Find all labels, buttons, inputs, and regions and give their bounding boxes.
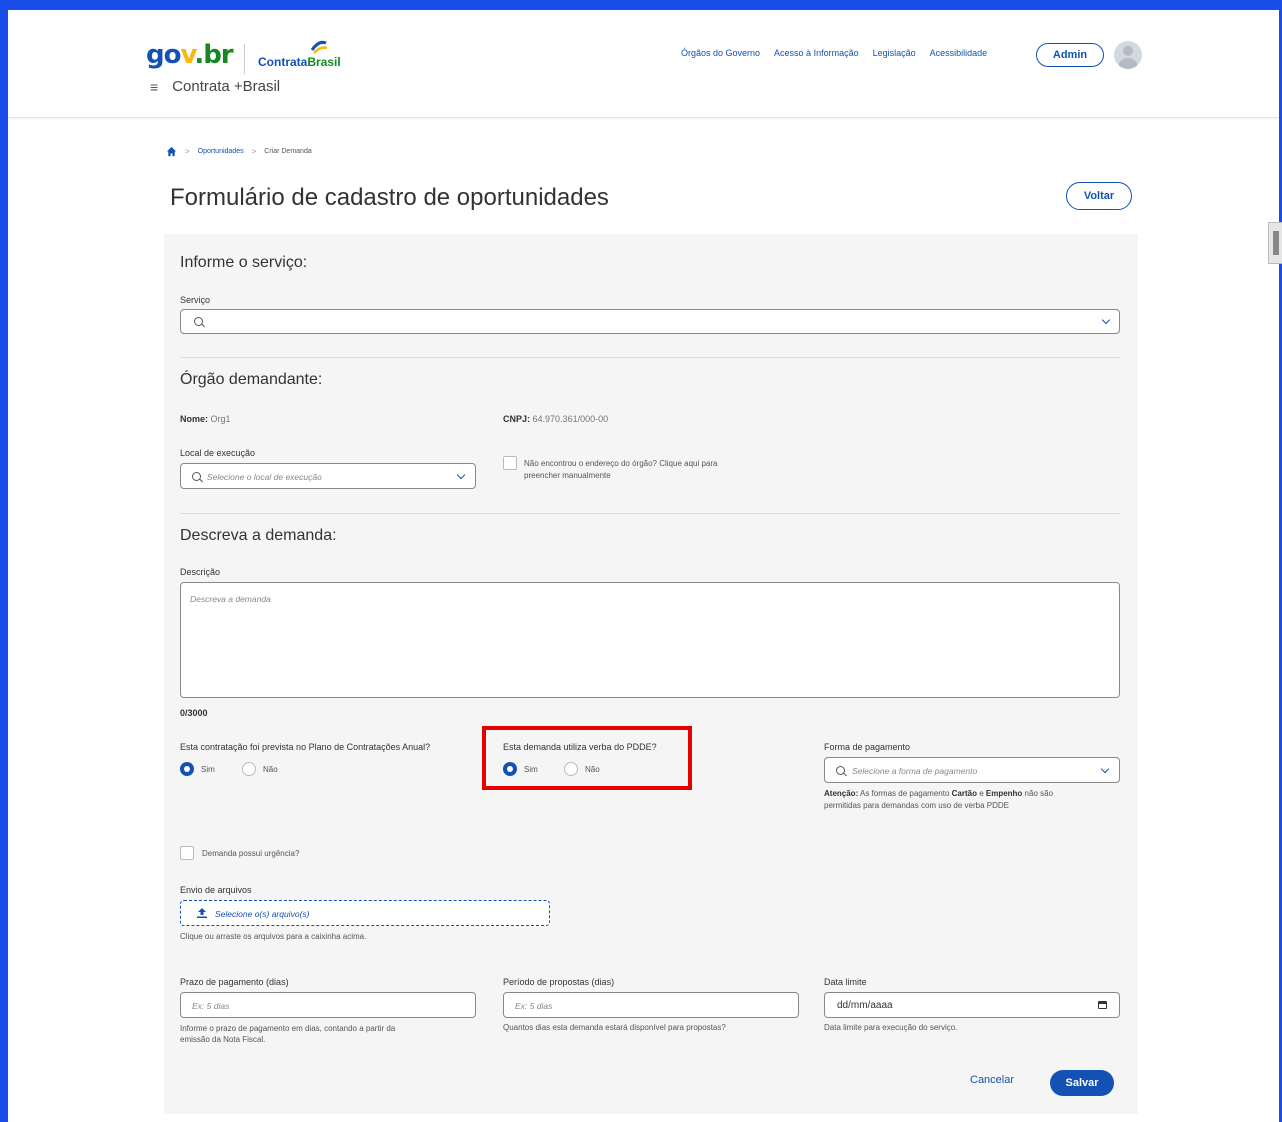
urgencia-label: Demanda possui urgência?: [202, 849, 300, 858]
site-header: gov.br ContrataBrasil ≡ Contrata +Brasil…: [8, 10, 1279, 118]
data-limite-input[interactable]: dd/mm/aaaa: [824, 992, 1120, 1018]
admin-button[interactable]: Admin: [1036, 43, 1104, 67]
calendar-icon[interactable]: [1098, 1001, 1107, 1009]
link-orgaos[interactable]: Órgãos do Governo: [681, 48, 760, 58]
periodo-input[interactable]: Ex: 5 dias: [503, 992, 799, 1018]
orgao-nome: Nome: Org1: [180, 414, 231, 424]
pagamento-atencao: Atenção: As formas de pagamento Cartão e…: [824, 789, 1054, 810]
link-legislacao[interactable]: Legislação: [873, 48, 916, 58]
app-menu-bar: ≡ Contrata +Brasil: [150, 78, 280, 95]
hamburger-menu-icon[interactable]: ≡: [150, 79, 158, 95]
govbr-logo[interactable]: gov.br: [146, 40, 234, 70]
descricao-placeholder: Descreva a demanda: [190, 594, 271, 604]
file-upload-placeholder: Selecione o(s) arquivo(s): [215, 909, 310, 919]
descricao-label: Descrição: [180, 567, 221, 577]
pagamento-label: Forma de pagamento: [824, 742, 911, 752]
chevron-down-icon: [456, 470, 466, 480]
pca-no-label: Não: [263, 765, 278, 774]
upload-icon: [197, 908, 207, 918]
breadcrumb-criar-demanda: Criar Demanda: [264, 148, 312, 155]
local-execucao-label: Local de execução: [180, 448, 256, 458]
section-title-orgao: Órgão demandante:: [180, 371, 323, 388]
servico-select[interactable]: [180, 309, 1120, 334]
link-acessibilidade[interactable]: Acessibilidade: [930, 48, 988, 58]
prazo-help: Informe o prazo de pagamento em dias, co…: [180, 1024, 396, 1044]
data-limite-placeholder: dd/mm/aaaa: [837, 1000, 893, 1011]
prazo-input[interactable]: Ex: 5 dias: [180, 992, 476, 1018]
search-icon: [194, 317, 203, 326]
section-title-demanda: Descreva a demanda:: [180, 527, 337, 544]
pdde-yes-radio[interactable]: [503, 762, 517, 776]
side-scroll-handle[interactable]: [1268, 222, 1282, 264]
servico-label: Serviço: [180, 295, 211, 305]
local-execucao-placeholder: Selecione o local de execução: [207, 472, 322, 482]
periodo-help: Quantos dias esta demanda estará disponí…: [503, 1023, 726, 1032]
chevron-down-icon: [1100, 764, 1110, 774]
local-execucao-select[interactable]: Selecione o local de execução: [180, 463, 476, 489]
pdde-question: Esta demanda utiliza verba do PDDE?: [503, 742, 657, 752]
breadcrumb-oportunidades[interactable]: Oportunidades: [198, 148, 244, 155]
form-panel: Informe o serviço: Serviço Órgão demanda…: [164, 234, 1138, 1114]
search-icon: [836, 766, 845, 775]
app-name: Contrata +Brasil: [172, 78, 281, 95]
search-icon: [192, 472, 201, 481]
pdde-no-label: Não: [585, 765, 600, 774]
page-title: Formulário de cadastro de oportunidades: [170, 184, 609, 211]
logo-divider: [244, 44, 245, 74]
urgencia-checkbox[interactable]: [180, 846, 194, 860]
divider: [180, 513, 1120, 514]
save-button[interactable]: Salvar: [1050, 1070, 1114, 1096]
pdde-yes-label: Sim: [524, 765, 538, 774]
chevron-down-icon: [1101, 315, 1111, 325]
prazo-placeholder: Ex: 5 dias: [192, 1001, 230, 1011]
cancel-button[interactable]: Cancelar: [970, 1074, 1014, 1086]
pagamento-placeholder: Selecione a forma de pagamento: [852, 766, 978, 776]
manual-address-label: Não encontrou o endereço do órgão? Cliqu…: [524, 459, 718, 480]
orgao-cnpj: CNPJ: 64.970.361/000-00: [503, 414, 609, 424]
section-title-servico: Informe o serviço:: [180, 254, 308, 271]
pca-yes-label: Sim: [201, 765, 215, 774]
link-acesso-informacao[interactable]: Acesso à Informação: [774, 48, 859, 58]
chevron-right-icon: >: [251, 147, 257, 156]
pdde-no-radio[interactable]: [564, 762, 578, 776]
descricao-textarea[interactable]: Descreva a demanda: [180, 582, 1120, 698]
data-limite-help: Data limite para execução do serviço.: [824, 1023, 958, 1032]
top-nav-links: Órgãos do Governo Acesso à Informação Le…: [681, 48, 987, 58]
contrata-swoosh-icon: [310, 40, 328, 54]
home-icon[interactable]: [166, 146, 177, 157]
pca-no-radio[interactable]: [242, 762, 256, 776]
contrata-brasil-logo[interactable]: ContrataBrasil: [258, 55, 341, 69]
manual-address-checkbox[interactable]: [503, 456, 517, 470]
avatar[interactable]: [1114, 41, 1142, 69]
periodo-label: Período de propostas (dias): [503, 977, 615, 987]
file-upload-dropzone[interactable]: Selecione o(s) arquivo(s): [180, 900, 550, 926]
pca-yes-radio[interactable]: [180, 762, 194, 776]
divider: [180, 357, 1120, 358]
prazo-label: Prazo de pagamento (dias): [180, 977, 289, 987]
data-limite-label: Data limite: [824, 977, 867, 987]
char-counter: 0/3000: [180, 708, 208, 718]
arquivos-label: Envio de arquivos: [180, 885, 252, 895]
back-button[interactable]: Voltar: [1066, 182, 1132, 210]
pagamento-select[interactable]: Selecione a forma de pagamento: [824, 757, 1120, 783]
pca-question: Esta contratação foi prevista no Plano d…: [180, 742, 431, 752]
periodo-placeholder: Ex: 5 dias: [515, 1001, 553, 1011]
arquivos-help: Clique ou arraste os arquivos para a cai…: [180, 932, 367, 941]
chevron-right-icon: >: [185, 147, 190, 156]
breadcrumb: > Oportunidades > Criar Demanda: [166, 146, 312, 157]
